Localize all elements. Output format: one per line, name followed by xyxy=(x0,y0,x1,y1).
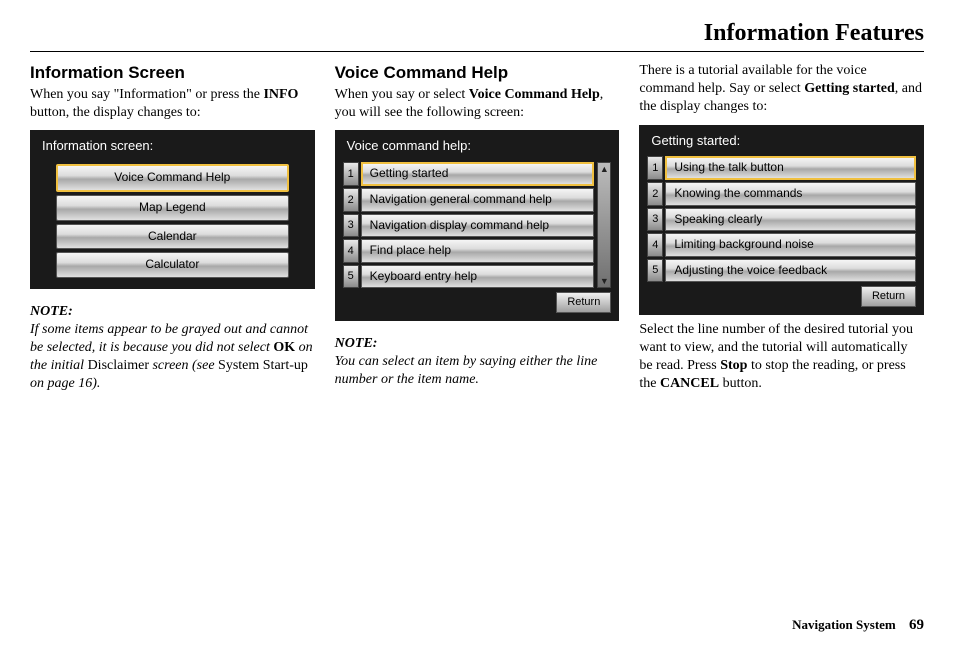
item-using-talk-button[interactable]: Using the talk button xyxy=(665,156,916,180)
list-row-4: 4 Limiting background noise xyxy=(647,232,916,258)
text: When you say or select xyxy=(335,87,469,102)
btn-voice-command-help[interactable]: Voice Command Help xyxy=(56,164,289,192)
col2-intro: When you say or select Voice Command Hel… xyxy=(335,86,620,122)
col3-intro: There is a tutorial available for the vo… xyxy=(639,62,924,117)
stop-bold: Stop xyxy=(720,358,747,373)
scroll-down-icon[interactable]: ▼ xyxy=(600,275,609,287)
return-row: Return xyxy=(647,286,916,306)
item-find-place[interactable]: Find place help xyxy=(361,239,595,263)
screen-title: Getting started: xyxy=(647,131,916,156)
item-keyboard-entry[interactable]: Keyboard entry help xyxy=(361,265,595,289)
getting-started-bold: Getting started xyxy=(804,81,895,96)
startup-text: System Start-up xyxy=(218,358,308,373)
note-body: You can select an item by saying either … xyxy=(335,353,620,389)
getting-started-screen-image: Getting started: 1 Using the talk button… xyxy=(639,125,924,315)
text: If some items appear to be grayed out an… xyxy=(30,322,308,355)
heading-information-screen: Information Screen xyxy=(30,62,315,84)
text: screen (see xyxy=(149,358,218,373)
row-number: 2 xyxy=(343,188,359,212)
item-nav-general[interactable]: Navigation general command help xyxy=(361,188,595,212)
item-knowing-commands[interactable]: Knowing the commands xyxy=(665,182,916,206)
list-row-5: 5 Adjusting the voice feedback xyxy=(647,258,916,284)
note-label: NOTE: xyxy=(335,335,620,353)
page-footer: Navigation System 69 xyxy=(792,617,924,634)
row-number: 1 xyxy=(647,156,663,180)
disclaimer-text: Disclaimer xyxy=(88,358,149,373)
col3-after: Select the line number of the desired tu… xyxy=(639,321,924,394)
vch-bold: Voice Command Help xyxy=(469,87,600,102)
list-wrap: 1 Getting started 2 Navigation general c… xyxy=(343,161,612,289)
note-body: If some items appear to be grayed out an… xyxy=(30,321,315,394)
row-number: 5 xyxy=(343,265,359,289)
ok-bold: OK xyxy=(273,340,295,355)
return-button[interactable]: Return xyxy=(861,286,916,306)
row-number: 5 xyxy=(647,259,663,283)
information-screen-image: Information screen: Voice Command Help M… xyxy=(30,130,315,288)
item-getting-started[interactable]: Getting started xyxy=(361,162,595,186)
list-row-2: 2 Knowing the commands xyxy=(647,181,916,207)
btn-map-legend[interactable]: Map Legend xyxy=(56,195,289,221)
footer-label: Navigation System xyxy=(792,617,896,632)
text: When you say "Information" or press the xyxy=(30,87,263,102)
scroll-up-icon[interactable]: ▲ xyxy=(600,163,609,175)
list-row-2: 2 Navigation general command help xyxy=(343,187,595,213)
list-col: 1 Using the talk button 2 Knowing the co… xyxy=(647,155,916,283)
list-row-4: 4 Find place help xyxy=(343,238,595,264)
note-label: NOTE: xyxy=(30,303,315,321)
scrollbar[interactable]: ▲ ▼ xyxy=(597,162,611,288)
btn-calculator[interactable]: Calculator xyxy=(56,252,289,278)
text: button, the display changes to: xyxy=(30,105,201,120)
col1-intro: When you say "Information" or press the … xyxy=(30,86,315,122)
item-adjusting-feedback[interactable]: Adjusting the voice feedback xyxy=(665,259,916,283)
list-row-3: 3 Navigation display command help xyxy=(343,213,595,239)
list-row-1: 1 Using the talk button xyxy=(647,155,916,181)
column-1: Information Screen When you say "Informa… xyxy=(30,62,315,402)
btn-calendar[interactable]: Calendar xyxy=(56,224,289,250)
screen-title: Information screen: xyxy=(38,136,307,161)
screen-title: Voice command help: xyxy=(343,136,612,161)
page-title: Information Features xyxy=(30,20,924,52)
column-2: Voice Command Help When you say or selec… xyxy=(335,62,620,402)
return-button[interactable]: Return xyxy=(556,292,611,312)
list-row-1: 1 Getting started xyxy=(343,161,595,187)
return-row: Return xyxy=(343,292,612,312)
item-limiting-noise[interactable]: Limiting background noise xyxy=(665,233,916,257)
text: on page 16). xyxy=(30,376,100,391)
row-number: 3 xyxy=(647,208,663,232)
row-number: 3 xyxy=(343,214,359,238)
row-number: 2 xyxy=(647,182,663,206)
row-number: 1 xyxy=(343,162,359,186)
row-number: 4 xyxy=(343,239,359,263)
column-3: There is a tutorial available for the vo… xyxy=(639,62,924,402)
page-number: 69 xyxy=(909,617,924,633)
content-columns: Information Screen When you say "Informa… xyxy=(30,62,924,402)
info-bold: INFO xyxy=(263,87,298,102)
item-nav-display[interactable]: Navigation display command help xyxy=(361,214,595,238)
cancel-bold: CANCEL xyxy=(660,376,719,391)
text: button. xyxy=(719,376,762,391)
list-row-3: 3 Speaking clearly xyxy=(647,207,916,233)
item-speaking-clearly[interactable]: Speaking clearly xyxy=(665,208,916,232)
heading-voice-command-help: Voice Command Help xyxy=(335,62,620,84)
row-number: 4 xyxy=(647,233,663,257)
list-col: 1 Getting started 2 Navigation general c… xyxy=(343,161,595,289)
list-row-5: 5 Keyboard entry help xyxy=(343,264,595,290)
voice-command-help-screen-image: Voice command help: 1 Getting started 2 … xyxy=(335,130,620,320)
